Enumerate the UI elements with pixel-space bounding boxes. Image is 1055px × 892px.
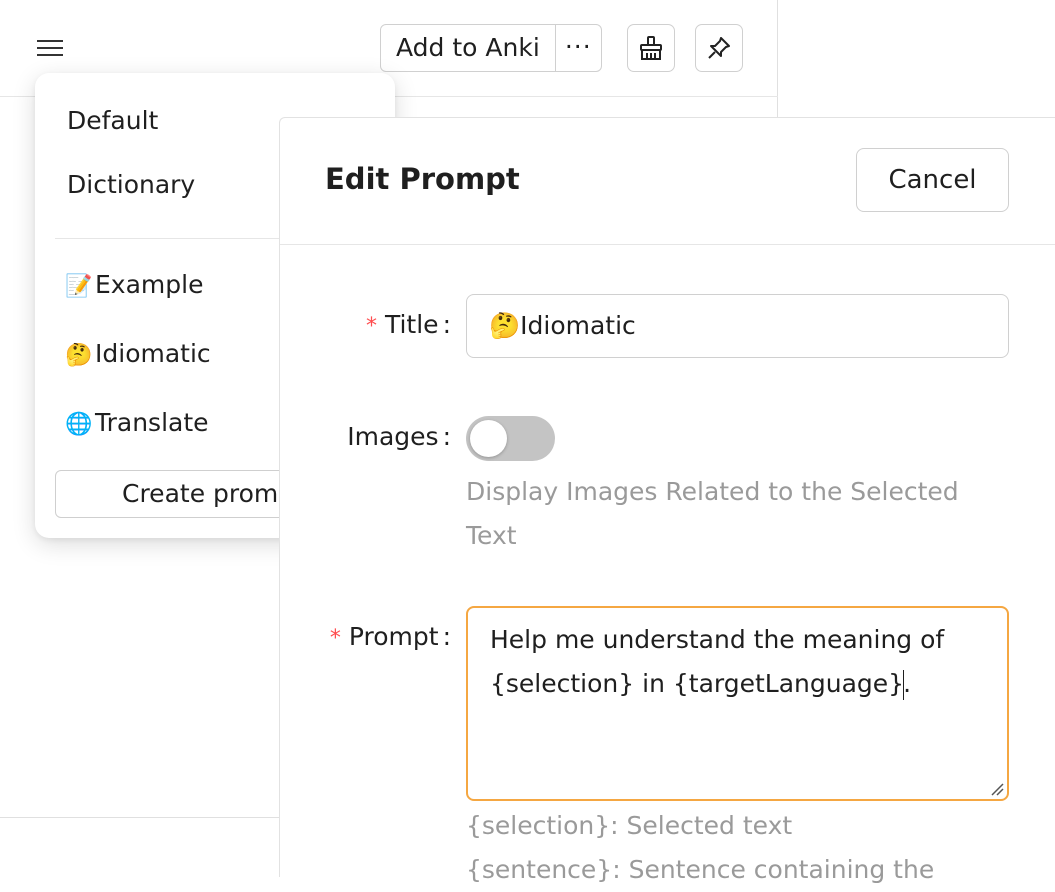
thinking-face-icon: 🤔 [65,343,93,368]
clear-button[interactable] [627,24,675,72]
menu-item-dictionary[interactable]: Dictionary [67,170,195,199]
title-label: * Title: [366,310,451,339]
variable-selection: {selection}: Selected text [466,811,793,840]
menu-item-translate[interactable]: 🌐Translate [65,408,209,437]
add-to-anki-button[interactable]: Add to Anki [381,25,555,71]
prompt-text-end: . [903,669,912,698]
menu-icon[interactable] [37,38,63,58]
menu-item-idiomatic[interactable]: 🤔Idiomatic [65,339,211,368]
menu-item-default[interactable]: Default [67,106,158,135]
more-options-button[interactable]: ··· [554,25,601,71]
toggle-knob [470,420,507,457]
required-mark: * [329,626,341,651]
drawer-title: Edit Prompt [325,162,520,196]
drawer-header: Edit Prompt Cancel [280,118,1055,245]
cancel-button[interactable]: Cancel [856,148,1009,212]
images-help-text: Display Images Related to the Selected T… [466,477,959,550]
menu-item-example[interactable]: 📝Example [65,270,203,299]
label-colon: : [442,622,451,651]
prompt-label-text: Prompt [348,622,439,651]
prompt-label: * Prompt: [330,622,451,651]
pin-icon [708,37,730,59]
edit-prompt-drawer: Edit Prompt Cancel * Title: 🤔Idiomatic Im… [279,117,1055,884]
broom-icon [640,36,662,60]
menu-item-label: Example [95,270,204,299]
images-toggle[interactable] [466,416,555,461]
title-input[interactable]: 🤔Idiomatic [466,294,1009,358]
label-colon: : [442,310,451,339]
menu-item-label: Idiomatic [95,339,211,368]
variable-sentence: {sentence}: Sentence containing the [466,855,935,884]
prompt-text: Help me understand the meaning of {selec… [490,625,945,698]
resize-grip-icon[interactable] [990,782,1004,796]
add-to-anki-group: Add to Anki ··· [380,24,602,72]
menu-item-label: Translate [95,408,209,437]
images-label: Images: [347,422,451,451]
globe-icon: 🌐 [65,412,93,437]
label-colon: : [442,422,451,451]
title-label-text: Title [384,310,439,339]
images-label-text: Images [347,422,439,451]
memo-icon: 📝 [65,274,93,299]
required-mark: * [365,314,377,339]
prompt-variables-help: {selection}: Selected text {sentence}: S… [466,804,934,892]
prompt-textarea[interactable]: Help me understand the meaning of {selec… [466,606,1009,801]
pin-button[interactable] [695,24,743,72]
